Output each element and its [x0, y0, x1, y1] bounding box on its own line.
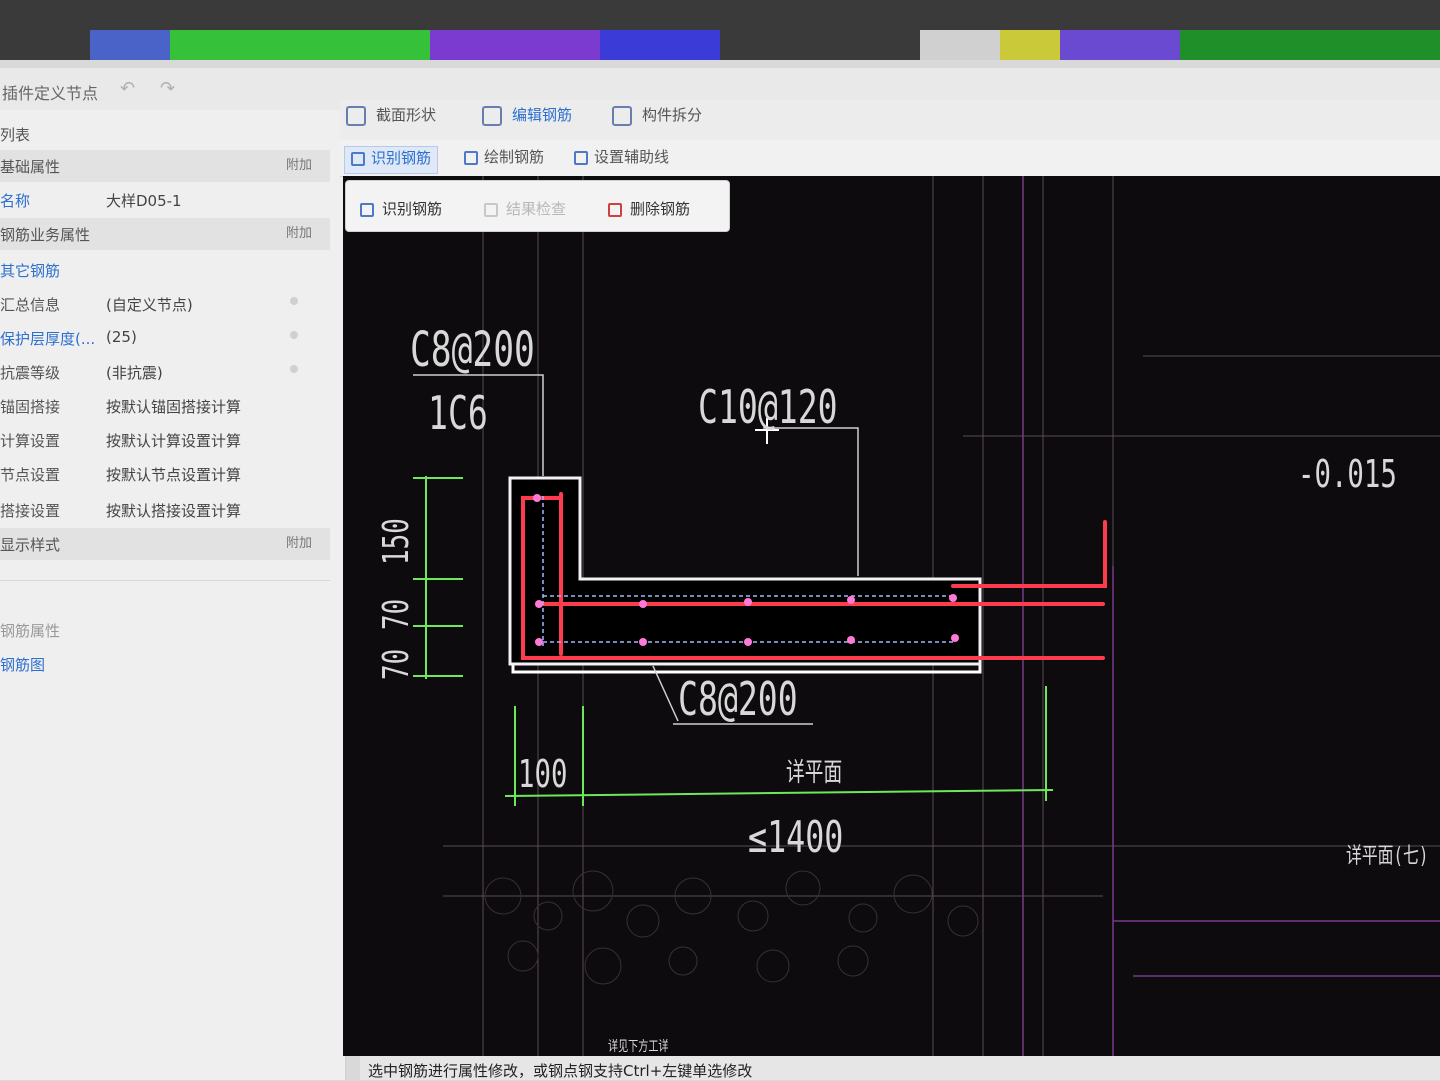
background-window-strip	[0, 0, 1440, 60]
popup-check-button[interactable]: 结果检查	[484, 198, 566, 219]
rebar-label-bottom: C8@200	[678, 672, 798, 726]
status-text: 选中钢筋进行属性修改，或钢点钢支持Ctrl+左键单选修改	[368, 1062, 753, 1080]
dim-100: 100	[518, 752, 568, 796]
elevation-label: -0.015	[1298, 452, 1397, 496]
info-icon	[290, 365, 298, 373]
prop-row-node[interactable]: 节点设置 按默认节点设置计算	[0, 458, 330, 490]
guide-line-icon	[574, 150, 588, 165]
divider	[0, 580, 330, 581]
cad-canvas[interactable]	[343, 176, 1440, 1056]
popup-delete-button[interactable]: 删除钢筋	[608, 198, 690, 219]
name-row[interactable]: 名称 大样D05-1	[0, 184, 330, 216]
tab-section-shape[interactable]: 截面形状	[346, 104, 436, 134]
prop-row-seismic[interactable]: 抗震等级 (非抗震)	[0, 356, 330, 388]
info-icon	[290, 297, 298, 305]
delete-icon	[608, 202, 622, 217]
section-props[interactable]: 钢筋属性	[0, 614, 330, 646]
cad-drawing	[413, 176, 1440, 1056]
rebar-label-top-right: C10@120	[698, 380, 838, 434]
label-detail-plan-right: 详平面(七)	[1346, 844, 1429, 869]
rebar-section[interactable]: 钢筋图	[0, 648, 330, 680]
dim-70-lower: 70	[376, 648, 417, 680]
info-icon	[290, 331, 298, 339]
redo-icon[interactable]: ↷	[160, 78, 175, 99]
property-panel: 列表 基础属性 附加 名称 大样D05-1 钢筋业务属性 附加 其它钢筋 汇总信…	[0, 110, 346, 1080]
prop-row-cover[interactable]: 保护层厚度(... (25)	[0, 322, 330, 354]
recognize-icon	[351, 151, 365, 166]
pen-icon	[464, 150, 478, 165]
dim-150: 150	[376, 518, 417, 565]
undo-icon[interactable]: ↶	[120, 78, 135, 99]
check-icon	[484, 202, 498, 217]
draw-rebar-button[interactable]: 绘制钢筋	[458, 146, 550, 172]
rebar-props-header[interactable]: 钢筋业务属性 附加	[0, 218, 330, 250]
edit-rebar-icon	[482, 105, 502, 126]
list-header: 列表	[0, 126, 31, 144]
prop-row-anchor[interactable]: 锚固搭接 按默认锚固搭接计算	[0, 390, 330, 422]
label-detail-plan: 详平面	[786, 758, 843, 788]
section-shape-icon	[346, 105, 366, 126]
tab-edit-rebar[interactable]: 编辑钢筋	[482, 104, 572, 134]
basic-props-header[interactable]: 基础属性 附加	[0, 150, 330, 182]
dim-70-upper: 70	[376, 598, 417, 630]
hatch-pattern	[484, 870, 979, 985]
prop-row-calc[interactable]: 计算设置 按默认计算设置计算	[0, 424, 330, 456]
recognize-icon	[360, 202, 374, 217]
label-bottom-note: 详见下方工详	[608, 1039, 669, 1055]
prop-row-summary[interactable]: 汇总信息 (自定义节点)	[0, 288, 330, 320]
rebar-label-top-left: C8@200	[410, 322, 535, 378]
component-split-icon	[612, 105, 632, 126]
prop-row-other-rebar[interactable]: 其它钢筋	[0, 254, 330, 286]
prop-row-lap[interactable]: 搭接设置 按默认搭接设置计算	[0, 494, 330, 526]
section-outline-inner	[508, 476, 982, 666]
set-guide-line-button[interactable]: 设置辅助线	[568, 146, 675, 172]
display-style-header[interactable]: 显示样式 附加	[0, 528, 330, 560]
dim-1400: ≤1400	[748, 812, 844, 863]
popup-recognize-button[interactable]: 识别钢筋	[360, 198, 442, 219]
rebar-count-label: 1C6	[428, 386, 488, 440]
window-title: 插件定义节点	[2, 84, 99, 103]
tab-component-split[interactable]: 构件拆分	[612, 104, 702, 134]
purple-lines	[1022, 176, 1440, 1056]
recognize-rebar-button[interactable]: 识别钢筋	[344, 146, 439, 174]
